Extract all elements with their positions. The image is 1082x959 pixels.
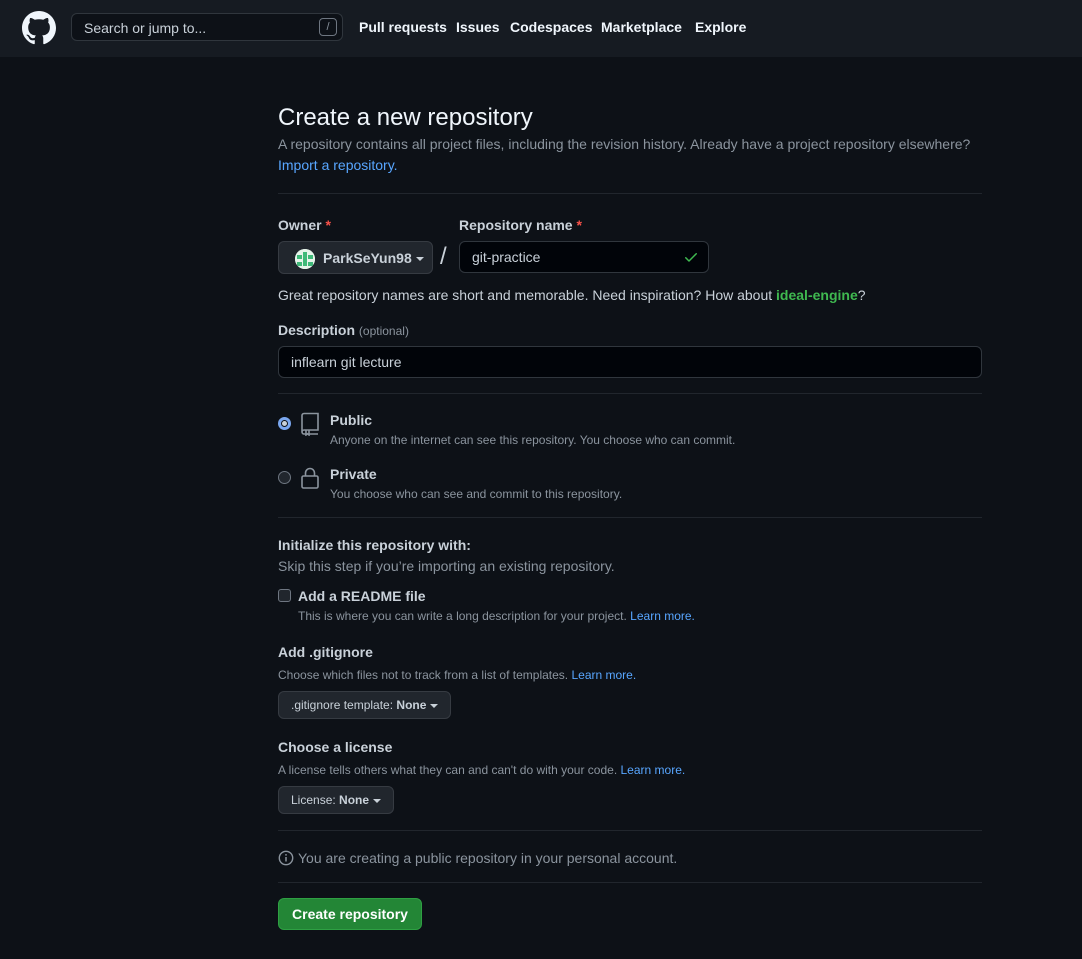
nav-issues[interactable]: Issues [456,19,500,35]
gitignore-desc-text: Choose which files not to track from a l… [278,668,569,682]
owner-label-text: Owner [278,217,322,233]
search-shortcut-badge: / [319,18,337,36]
divider [278,882,982,883]
owner-label: Owner * [278,217,331,233]
license-select[interactable]: License: None [278,786,395,814]
required-mark: * [325,217,331,233]
owner-value: ParkSeYun98 [323,250,412,266]
github-logo-icon[interactable] [22,11,56,45]
readme-desc-text: This is where you can write a long descr… [298,609,627,623]
import-link-text[interactable]: Import a repository. [278,157,398,173]
license-learn-more-link[interactable]: Learn more. [621,763,686,777]
page-subtitle: A repository contains all project files,… [278,136,970,152]
divider [278,830,982,831]
gitignore-prefix: .gitignore template: [291,698,394,712]
top-header: Search or jump to... / Pull requests Iss… [0,0,1082,57]
repo-name-hint: Great repository names are short and mem… [278,287,866,303]
init-title: Initialize this repository with: [278,537,471,553]
repo-name-label-text: Repository name [459,217,573,233]
nav-pull-requests[interactable]: Pull requests [359,19,447,35]
description-value: inflearn git lecture [291,354,402,370]
repo-name-value: git-practice [472,249,541,265]
nav-marketplace[interactable]: Marketplace [601,19,682,35]
owner-name: ParkSeYun98 [323,250,424,266]
account-notice: You are creating a public repository in … [298,850,678,866]
import-link[interactable]: Import a repository. [278,157,398,173]
license-title: Choose a license [278,739,393,755]
public-description: Anyone on the internet can see this repo… [330,433,736,447]
license-description: A license tells others what they can and… [278,763,685,777]
owner-repo-separator: / [440,243,447,270]
gitignore-learn-more-link[interactable]: Learn more. [571,668,636,682]
nav-codespaces[interactable]: Codespaces [510,19,592,35]
owner-select-button[interactable]: ParkSeYun98 [278,241,433,274]
divider [278,193,982,194]
readme-learn-more-link[interactable]: Learn more. [630,609,695,623]
hint-text: Great repository names are short and mem… [278,287,777,303]
repo-icon [301,412,319,436]
chevron-down-icon [430,703,439,708]
chevron-down-icon [373,798,382,803]
readme-label[interactable]: Add a README file [298,588,426,604]
gitignore-title: Add .gitignore [278,644,373,660]
page-subtitle-text: A repository contains all project files,… [278,136,971,152]
divider [278,517,982,518]
check-icon [685,253,697,262]
repo-name-label: Repository name * [459,217,582,233]
license-value: None [339,793,370,807]
private-description: You choose who can see and commit to thi… [330,487,623,501]
search-placeholder: Search or jump to... [84,20,207,36]
nav-explore[interactable]: Explore [695,19,746,35]
required-mark: * [576,217,582,233]
optional-tag: (optional) [358,324,409,338]
avatar [295,249,315,269]
public-radio[interactable] [278,417,291,430]
private-radio[interactable] [278,471,291,484]
description-input[interactable]: inflearn git lecture [278,346,982,378]
lock-icon [301,467,319,489]
name-suggestion[interactable]: ideal-engine [776,287,858,303]
page-title: Create a new repository [278,104,533,131]
gitignore-value: None [396,698,427,712]
readme-description: This is where you can write a long descr… [298,609,695,623]
info-icon [278,850,294,866]
search-input[interactable]: Search or jump to... / [71,13,343,41]
private-title: Private [330,466,377,482]
license-desc-text: A license tells others what they can and… [278,763,618,777]
public-title: Public [330,412,373,428]
license-prefix: License: [291,793,336,807]
description-label-text: Description [278,322,356,338]
create-repository-button[interactable]: Create repository [278,898,422,930]
description-label: Description (optional) [278,322,409,338]
gitignore-description: Choose which files not to track from a l… [278,668,636,682]
divider [278,393,982,394]
chevron-down-icon [415,257,424,262]
readme-checkbox[interactable] [278,589,291,602]
repo-name-input[interactable]: git-practice [459,241,709,273]
init-subtitle: Skip this step if you’re importing an ex… [278,558,615,574]
hint-end: ? [857,287,866,303]
gitignore-template-select[interactable]: .gitignore template: None [278,691,452,719]
